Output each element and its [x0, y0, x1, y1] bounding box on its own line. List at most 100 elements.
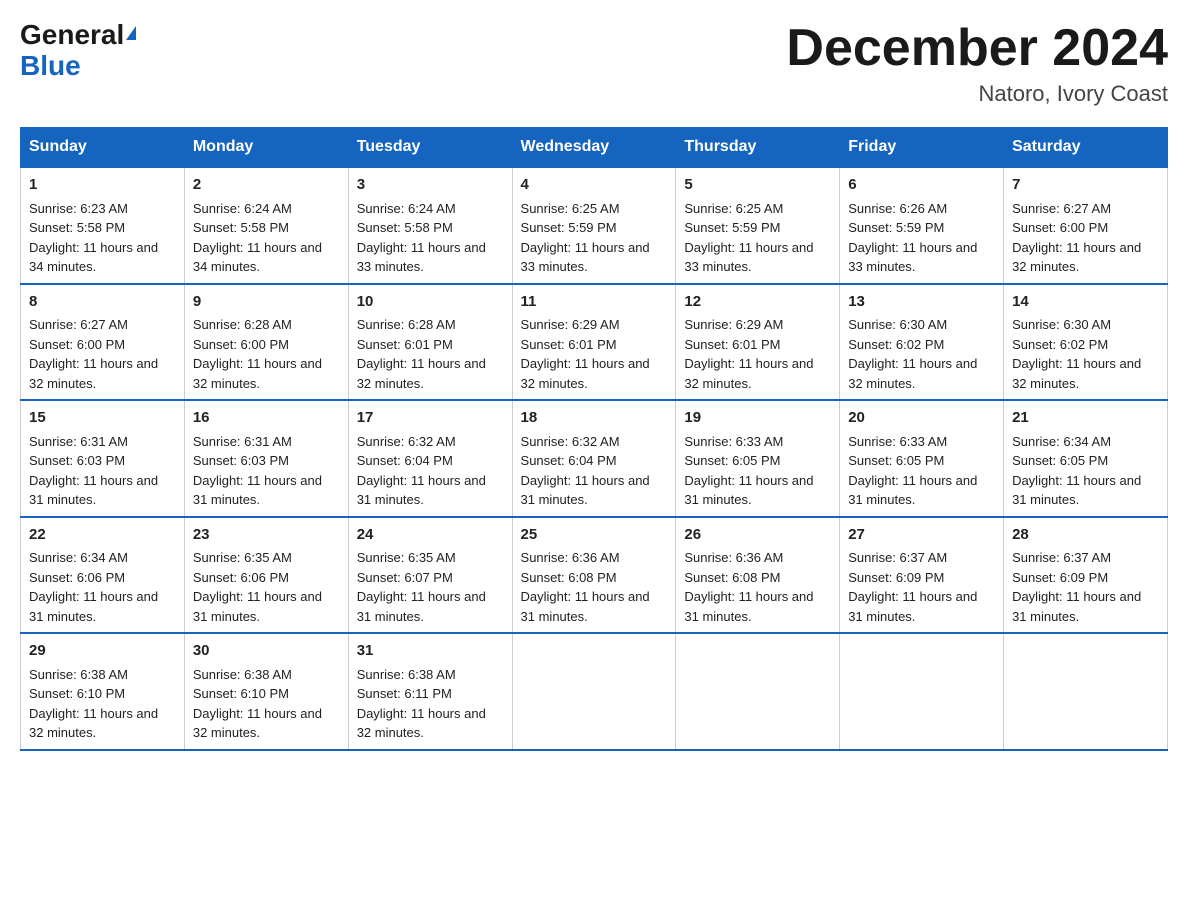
day-number: 26 [684, 524, 831, 547]
calendar-cell: 29 Sunrise: 6:38 AM Sunset: 6:10 PM Dayligh… [21, 633, 185, 750]
calendar-cell: 9Sunrise: 6:28 AMSunset: 6:00 PMDaylight… [184, 284, 348, 401]
sunrise-text: Sunrise: 6:34 AM [1012, 434, 1111, 449]
daylight-text: Daylight: 11 hours and 31 minutes. [29, 473, 158, 508]
daylight-text: Daylight: 11 hours and 31 minutes. [29, 589, 158, 624]
calendar-cell: 24Sunrise: 6:35 AMSunset: 6:07 PMDayligh… [348, 517, 512, 634]
sunset-text: Sunset: 6:05 PM [684, 453, 780, 468]
col-wednesday: Wednesday [512, 128, 676, 168]
daylight-text: Daylight: 11 hours and 32 minutes. [357, 356, 486, 391]
day-number: 7 [1012, 174, 1159, 197]
calendar-cell: 2Sunrise: 6:24 AMSunset: 5:58 PMDaylight… [184, 167, 348, 284]
day-number: 17 [357, 407, 504, 430]
sunrise-text: Sunrise: 6:38 AM [357, 667, 456, 682]
sunrise-text: Sunrise: 6:23 AM [29, 201, 128, 216]
sunrise-text: Sunrise: 6:34 AM [29, 550, 128, 565]
calendar-cell: 5Sunrise: 6:25 AMSunset: 5:59 PMDaylight… [676, 167, 840, 284]
sunrise-text: Sunrise: 6:29 AM [521, 317, 620, 332]
daylight-text: Daylight: 11 hours and 32 minutes. [29, 706, 158, 741]
sunrise-text: Sunrise: 6:35 AM [193, 550, 292, 565]
sunrise-text: Sunrise: 6:27 AM [29, 317, 128, 332]
calendar-cell: 7Sunrise: 6:27 AMSunset: 6:00 PMDaylight… [1004, 167, 1168, 284]
day-number: 22 [29, 524, 176, 547]
sunrise-text: Sunrise: 6:37 AM [1012, 550, 1111, 565]
daylight-text: Daylight: 11 hours and 33 minutes. [521, 240, 650, 275]
location: Natoro, Ivory Coast [786, 81, 1168, 107]
calendar-cell: 4 Sunrise: 6:25 AM Sunset: 5:59 PM Daylight… [512, 167, 676, 284]
daylight-text: Daylight: 11 hours and 32 minutes. [1012, 240, 1141, 275]
sunrise-text: Sunrise: 6:28 AM [357, 317, 456, 332]
sunrise-text: Sunrise: 6:29 AM [684, 317, 783, 332]
calendar-cell: 31Sunrise: 6:38 AMSunset: 6:11 PMDayligh… [348, 633, 512, 750]
sunset-text: Sunset: 5:58 PM [357, 220, 453, 235]
col-friday: Friday [840, 128, 1004, 168]
day-number: 25 [521, 524, 668, 547]
sunrise-text: Sunrise: 6:38 AM [193, 667, 292, 682]
calendar-cell: 12Sunrise: 6:29 AMSunset: 6:01 PMDayligh… [676, 284, 840, 401]
day-number: 9 [193, 291, 340, 314]
day-number: 19 [684, 407, 831, 430]
day-number: 5 [684, 174, 831, 197]
day-number: 21 [1012, 407, 1159, 430]
sunset-text: Sunset: 6:09 PM [848, 570, 944, 585]
sunrise-text: Sunrise: 6:28 AM [193, 317, 292, 332]
daylight-text: Daylight: 11 hours and 31 minutes. [1012, 473, 1141, 508]
sunrise-text: Sunrise: 6:24 AM [357, 201, 456, 216]
logo-text: General Blue [20, 20, 136, 82]
sunset-text: Sunset: 5:59 PM [848, 220, 944, 235]
sunset-text: Sunset: 6:05 PM [1012, 453, 1108, 468]
calendar-cell: 30Sunrise: 6:38 AMSunset: 6:10 PMDayligh… [184, 633, 348, 750]
sunset-text: Sunset: 6:04 PM [357, 453, 453, 468]
day-number: 18 [521, 407, 668, 430]
sunrise-text: Sunrise: 6:37 AM [848, 550, 947, 565]
sunrise-text: Sunrise: 6:31 AM [193, 434, 292, 449]
calendar-cell: 18Sunrise: 6:32 AMSunset: 6:04 PMDayligh… [512, 400, 676, 517]
sunrise-text: Sunrise: 6:31 AM [29, 434, 128, 449]
calendar-cell: 14Sunrise: 6:30 AMSunset: 6:02 PMDayligh… [1004, 284, 1168, 401]
calendar-cell: 13Sunrise: 6:30 AMSunset: 6:02 PMDayligh… [840, 284, 1004, 401]
sunset-text: Sunset: 6:01 PM [521, 337, 617, 352]
day-number: 29 [29, 640, 176, 663]
calendar-header-row: Sunday Monday Tuesday Wednesday Thursday… [21, 128, 1168, 168]
day-number: 11 [521, 291, 668, 314]
sunset-text: Sunset: 6:10 PM [29, 686, 125, 701]
sunset-text: Sunset: 5:59 PM [521, 220, 617, 235]
daylight-text: Daylight: 11 hours and 33 minutes. [357, 240, 486, 275]
calendar-week-row: 1Sunrise: 6:23 AMSunset: 5:58 PMDaylight… [21, 167, 1168, 284]
sunset-text: Sunset: 6:05 PM [848, 453, 944, 468]
day-number: 28 [1012, 524, 1159, 547]
calendar-cell: 17Sunrise: 6:32 AMSunset: 6:04 PMDayligh… [348, 400, 512, 517]
day-number: 14 [1012, 291, 1159, 314]
day-number: 10 [357, 291, 504, 314]
calendar-cell: 22Sunrise: 6:34 AMSunset: 6:06 PMDayligh… [21, 517, 185, 634]
calendar-cell: 23Sunrise: 6:35 AMSunset: 6:06 PMDayligh… [184, 517, 348, 634]
calendar-cell: 16Sunrise: 6:31 AMSunset: 6:03 PMDayligh… [184, 400, 348, 517]
daylight-text: Daylight: 11 hours and 32 minutes. [684, 356, 813, 391]
daylight-text: Daylight: 11 hours and 31 minutes. [193, 589, 322, 624]
calendar-week-row: 15Sunrise: 6:31 AMSunset: 6:03 PMDayligh… [21, 400, 1168, 517]
day-number: 4 [521, 174, 668, 197]
calendar-cell [512, 633, 676, 750]
logo-general: General [20, 19, 124, 50]
sunrise-text: Sunrise: 6:38 AM [29, 667, 128, 682]
calendar-cell: 8Sunrise: 6:27 AMSunset: 6:00 PMDaylight… [21, 284, 185, 401]
calendar-cell: 28Sunrise: 6:37 AMSunset: 6:09 PMDayligh… [1004, 517, 1168, 634]
daylight-text: Daylight: 11 hours and 32 minutes. [193, 356, 322, 391]
sunrise-text: Sunrise: 6:36 AM [521, 550, 620, 565]
sunset-text: Sunset: 6:04 PM [521, 453, 617, 468]
calendar-table: Sunday Monday Tuesday Wednesday Thursday… [20, 127, 1168, 751]
sunrise-text: Sunrise: 6:32 AM [357, 434, 456, 449]
sunrise-text: Sunrise: 6:25 AM [521, 201, 620, 216]
calendar-week-row: 29 Sunrise: 6:38 AM Sunset: 6:10 PM Dayligh… [21, 633, 1168, 750]
logo: General Blue [20, 20, 136, 82]
daylight-text: Daylight: 11 hours and 32 minutes. [521, 356, 650, 391]
daylight-text: Daylight: 11 hours and 31 minutes. [848, 589, 977, 624]
sunset-text: Sunset: 5:58 PM [193, 220, 289, 235]
day-number: 27 [848, 524, 995, 547]
col-tuesday: Tuesday [348, 128, 512, 168]
sunset-text: Sunset: 6:01 PM [357, 337, 453, 352]
daylight-text: Daylight: 11 hours and 31 minutes. [1012, 589, 1141, 624]
sunrise-text: Sunrise: 6:33 AM [684, 434, 783, 449]
day-number: 23 [193, 524, 340, 547]
day-number: 6 [848, 174, 995, 197]
daylight-text: Daylight: 11 hours and 32 minutes. [848, 356, 977, 391]
